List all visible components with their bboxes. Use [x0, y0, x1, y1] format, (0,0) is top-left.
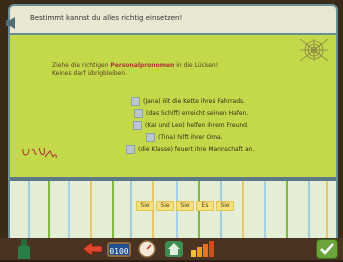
exercise-panel: Ziehe die richtigen Personalpronomen in …: [8, 35, 338, 177]
task-text: (Kai und Leo) helfen ihrem Freund.: [145, 122, 249, 129]
task-row: (Tina) hilft ihrer Oma.: [146, 133, 223, 143]
pronoun-chip[interactable]: Es: [196, 201, 214, 211]
pronoun-chip[interactable]: Sie: [216, 201, 234, 211]
bottle-icon: [18, 239, 30, 259]
speaker-icon[interactable]: [6, 14, 20, 29]
stripe: [48, 181, 50, 243]
instruction-text-pre: Ziehe die richtigen: [52, 62, 111, 69]
clock-display: 0100: [107, 242, 131, 257]
task-text: (die Klasse) feuert ihre Mannschaft an.: [138, 146, 255, 153]
instruction-text-post: in die Lücken!: [174, 62, 219, 69]
instruction-line2: Keines darf übrigbleiben.: [52, 70, 128, 77]
drop-slot[interactable]: [146, 133, 155, 142]
task-text: (Tina) hilft ihrer Oma.: [158, 134, 223, 141]
stripe: [308, 181, 310, 243]
header-bar: Bestimmt kannst du alles richtig einsetz…: [6, 4, 338, 35]
stripe: [176, 181, 178, 243]
task-text: (Jana) ölt die Kette ihres Fahrrads.: [143, 98, 246, 105]
stripe: [68, 181, 70, 243]
stripe: [198, 181, 200, 243]
back-arrow-icon[interactable]: [83, 240, 103, 258]
stripe: [326, 181, 328, 243]
level-bars-icon[interactable]: [190, 240, 220, 258]
stripe: [242, 181, 244, 243]
stripe: [28, 181, 30, 243]
page-title: Bestimmt kannst du alles richtig einsetz…: [30, 14, 183, 22]
stripe: [220, 181, 222, 243]
task-row: (Jana) ölt die Kette ihres Fahrrads.: [131, 97, 245, 107]
drop-slot[interactable]: [126, 145, 135, 154]
spiderweb-icon: [300, 39, 328, 61]
stripe: [286, 181, 288, 243]
pronoun-chip[interactable]: Sie: [176, 201, 194, 211]
drop-slot[interactable]: [133, 121, 142, 130]
task-row: (Kai und Leo) helfen ihrem Freund.: [133, 121, 249, 131]
stripe: [90, 181, 92, 243]
drop-slot[interactable]: [134, 109, 143, 118]
stripe: [112, 181, 114, 243]
stripe: [264, 181, 266, 243]
stripe: [130, 181, 132, 243]
task-text: (das Schiff) erreicht seinen Hafen.: [146, 110, 249, 117]
instruction-keyword: Personalpronomen: [110, 62, 175, 69]
drop-slot[interactable]: [131, 97, 140, 106]
stripe: [152, 181, 154, 243]
home-icon[interactable]: [164, 240, 184, 258]
instructions: Ziehe die richtigen Personalpronomen in …: [52, 62, 282, 78]
checkmark-icon: [320, 243, 334, 255]
signature-doodle: [22, 147, 57, 159]
check-button[interactable]: [316, 239, 338, 259]
task-row: (die Klasse) feuert ihre Mannschaft an.: [126, 145, 254, 155]
pronoun-chip[interactable]: Sie: [136, 201, 154, 211]
gauge-icon[interactable]: [137, 240, 157, 258]
task-row: (das Schiff) erreicht seinen Hafen.: [134, 109, 248, 119]
pronoun-chip[interactable]: Sie: [156, 201, 174, 211]
